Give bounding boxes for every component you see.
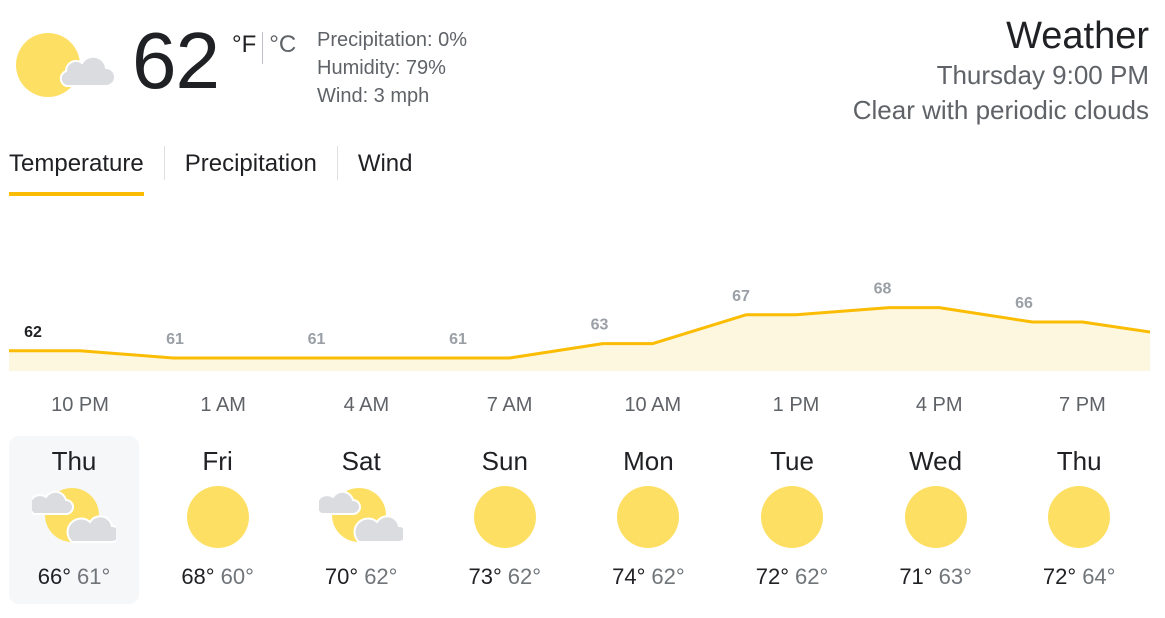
day-temps: 72° 62° (727, 564, 857, 590)
data-label: 63 (591, 317, 609, 334)
data-label: 67 (732, 288, 750, 305)
day-card[interactable]: Thu 72° 64° (1014, 436, 1144, 604)
celsius-button[interactable]: °C (269, 30, 296, 60)
day-name: Sun (481, 446, 528, 476)
hour-label: 1 AM (200, 394, 246, 416)
day-temps: 74° 62° (583, 564, 713, 590)
sunny-icon (1048, 486, 1111, 548)
high-temp: 71° (899, 564, 933, 589)
hour-label: 4 PM (915, 394, 963, 416)
tab-wind[interactable]: Wind (358, 146, 413, 196)
chart-tabs: Temperature Precipitation Wind (9, 146, 413, 198)
precipitation-text: Precipitation: 0% (317, 29, 468, 51)
day-card[interactable]: Sat 70° 62° (296, 436, 426, 604)
high-temp: 72° (755, 564, 789, 589)
time-text: Thursday 9:00 PM (936, 60, 1149, 90)
unit-toggle: °F °C (232, 30, 296, 64)
day-name: Fri (202, 446, 233, 476)
low-temp: 60° (220, 564, 254, 589)
tab-precipitation[interactable]: Precipitation (185, 146, 317, 196)
low-temp: 62° (795, 564, 829, 589)
day-card[interactable]: Mon 74° 62° (583, 436, 713, 604)
current-temperature: 62 (132, 16, 220, 105)
low-temp: 62° (651, 564, 685, 589)
low-temp: 63° (938, 564, 972, 589)
unit-divider (262, 32, 264, 64)
partly-cloudy-icon (32, 488, 116, 543)
sunny-icon (761, 486, 823, 548)
high-temp: 72° (1042, 564, 1077, 589)
condition-text: Clear with periodic clouds (852, 95, 1149, 125)
temperature-chart: 62 61 61 61 63 67 68 66 (9, 281, 1151, 371)
hour-label: 1 PM (772, 394, 820, 416)
day-card[interactable]: Wed 71° 63° (871, 436, 1001, 604)
high-temp: 74° (612, 564, 646, 589)
day-temps: 71° 63° (871, 564, 1001, 590)
day-name: Wed (909, 446, 963, 476)
hour-axis: 10 PM 1 AM 4 AM 7 AM 10 AM 1 PM 4 PM 7 PM (0, 394, 1165, 418)
partly-cloudy-icon (319, 488, 404, 543)
day-temps: 68° 60° (153, 564, 283, 590)
day-temps: 73° 62° (440, 564, 570, 590)
day-card[interactable]: Tue 72° 62° (727, 436, 857, 604)
hour-label: 10 PM (51, 394, 109, 416)
humidity-text: Humidity: 79% (317, 57, 446, 79)
sunny-icon (186, 486, 249, 548)
low-temp: 64° (1082, 564, 1116, 589)
tab-divider (163, 146, 165, 180)
day-card[interactable]: Thu 66° 61° (9, 436, 139, 604)
day-temps: 66° 61° (9, 564, 139, 590)
low-temp: 61° (77, 564, 111, 589)
tab-temperature[interactable]: Temperature (9, 146, 144, 196)
wind-text: Wind: 3 mph (317, 85, 430, 107)
data-label: 61 (308, 331, 326, 348)
daily-forecast: Thu 66° 61° Fri 68° 60° Sat 70° 62° Sun 73° 62° Mon 7… (9, 436, 1157, 604)
day-temps: 72° 64° (1014, 564, 1144, 590)
high-temp: 66° (37, 564, 71, 589)
day-name: Tue (770, 446, 814, 476)
fahrenheit-button[interactable]: °F (232, 30, 256, 60)
day-name: Thu (1056, 446, 1102, 476)
sunny-icon (617, 486, 680, 548)
day-card[interactable]: Sun 73° 62° (440, 436, 570, 604)
hour-label: 7 PM (1059, 394, 1106, 416)
day-temps: 70° 62° (296, 564, 426, 590)
hour-label: 7 AM (486, 394, 533, 416)
page-title: Weather (1006, 15, 1149, 57)
hour-label: 4 AM (343, 394, 390, 416)
data-label: 62 (24, 324, 42, 341)
data-label: 61 (449, 331, 467, 348)
day-name: Mon (623, 446, 674, 476)
data-label: 66 (1015, 295, 1033, 312)
sunny-icon (904, 486, 967, 548)
data-label: 68 (874, 281, 892, 298)
low-temp: 62° (364, 564, 398, 589)
weather-details: Precipitation: 0% Humidity: 79% Wind: 3 … (317, 26, 467, 110)
day-name: Thu (51, 446, 97, 476)
high-temp: 73° (468, 564, 502, 589)
tab-divider (336, 146, 338, 180)
sun-behind-cloud-icon (16, 33, 114, 97)
day-card[interactable]: Fri 68° 60° (153, 436, 283, 604)
hour-label: 10 AM (624, 394, 682, 416)
data-label: 61 (166, 331, 184, 348)
day-name: Sat (341, 446, 381, 476)
low-temp: 62° (507, 564, 542, 589)
high-temp: 70° (324, 564, 359, 589)
weather-header: Weather Thursday 9:00 PM Clear with peri… (853, 14, 1149, 128)
sunny-icon (473, 486, 536, 548)
high-temp: 68° (181, 564, 215, 589)
